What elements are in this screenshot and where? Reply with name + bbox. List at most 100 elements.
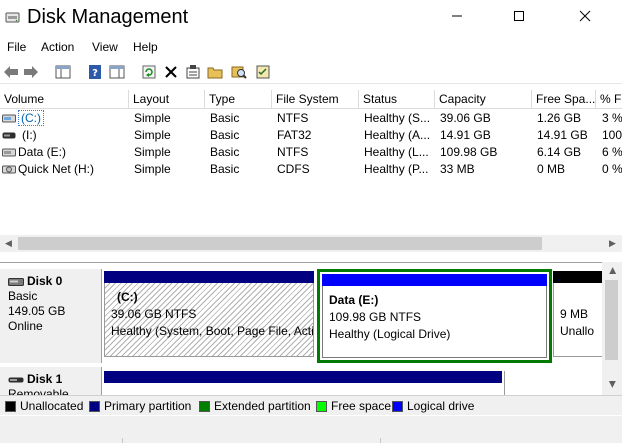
minimize-button[interactable] [434, 0, 480, 32]
forward-button[interactable] [22, 63, 40, 81]
volume-row[interactable]: Data (E:) Simple Basic NTFS Healthy (L..… [0, 144, 622, 161]
legend-label: Primary partition [104, 399, 192, 413]
primary-partition-bar [104, 271, 314, 283]
refresh-icon [142, 65, 156, 79]
volume-free-space: 14.91 GB [537, 128, 588, 142]
svg-text:?: ? [92, 68, 98, 79]
explore-button[interactable] [230, 63, 248, 81]
column-header-type[interactable]: Type [205, 90, 272, 109]
back-arrow-icon [4, 66, 18, 78]
action-pane-icon [109, 65, 125, 79]
disk-title: Disk 0 [27, 274, 63, 288]
volume-layout: Simple [134, 145, 171, 159]
title-bar: Disk Management [0, 0, 622, 36]
column-header-layout[interactable]: Layout [129, 90, 205, 109]
scrollbar-thumb[interactable] [18, 237, 542, 250]
disk-size: 149.05 GB [8, 304, 66, 318]
legend: Unallocated Primary partition Extended p… [0, 395, 622, 415]
close-icon [579, 10, 591, 22]
menu-view[interactable]: View [92, 40, 118, 54]
checklist-icon [256, 65, 270, 79]
maximize-icon [514, 11, 524, 21]
disk-map-vertical-scrollbar[interactable]: ▶ ▶ [602, 262, 622, 395]
volume-layout: Simple [134, 128, 171, 142]
maximize-button[interactable] [496, 0, 542, 32]
rescan-button[interactable] [140, 63, 158, 81]
volume-name: Quick Net (H:) [18, 162, 95, 176]
volume-name: Data (E:) [18, 145, 67, 159]
status-bar [0, 416, 622, 443]
column-header-percent-free[interactable]: % F [596, 90, 622, 109]
open-folder-icon [207, 67, 223, 79]
delete-x-icon [165, 66, 177, 78]
volume-percent-free: 3 % [602, 111, 622, 125]
column-header-capacity[interactable]: Capacity [435, 90, 532, 109]
partition-e-selected[interactable]: Data (E:) 109.98 GB NTFS Healthy (Logica… [317, 269, 552, 363]
help-book-icon: ? [89, 65, 101, 79]
logical-drive-swatch [392, 401, 403, 412]
disk-map: Disk 0 Basic 149.05 GB Online (C:) 39.06… [0, 262, 602, 396]
volume-type: Basic [210, 145, 240, 159]
column-header-volume[interactable]: Volume [0, 90, 129, 109]
hard-drive-icon [2, 147, 16, 158]
volume-file-system: NTFS [277, 145, 309, 159]
scroll-up-icon[interactable]: ▶ [604, 262, 621, 279]
window-title: Disk Management [27, 6, 189, 28]
volume-free-space: 6.14 GB [537, 145, 582, 159]
partition-i[interactable] [104, 371, 505, 396]
disk-type: Basic [8, 289, 38, 303]
close-button[interactable] [562, 0, 608, 32]
logical-drive-bar [322, 274, 547, 286]
disk-state: Online [8, 319, 43, 333]
menu-action[interactable]: Action [41, 40, 74, 54]
unallocated-space[interactable]: 9 MB Unallo [553, 271, 602, 357]
scrollbar-thumb[interactable] [605, 280, 618, 360]
volume-row[interactable]: (I:) Simple Basic FAT32 Healthy (A... 14… [0, 127, 622, 144]
unallocated-bar [553, 271, 602, 283]
menu-help[interactable]: Help [133, 40, 158, 54]
column-header-free-space[interactable]: Free Spa... [532, 90, 596, 109]
volume-percent-free: 0 % [602, 162, 622, 176]
volume-layout: Simple [134, 162, 171, 176]
back-button[interactable] [2, 63, 20, 81]
disk-1-label[interactable]: Disk 1 Removable [0, 367, 102, 396]
help-button[interactable]: ? [86, 63, 104, 81]
volume-type: Basic [210, 162, 240, 176]
volume-row[interactable]: (C:) Simple Basic NTFS Healthy (S... 39.… [0, 110, 622, 127]
show-hide-action-pane-button[interactable] [108, 63, 126, 81]
scroll-right-icon[interactable]: ▶ [604, 235, 621, 252]
console-tree-icon [55, 65, 71, 79]
scroll-left-icon[interactable]: ◀ [0, 235, 17, 252]
disk-0-label[interactable]: Disk 0 Basic 149.05 GB Online [0, 269, 102, 363]
delete-button[interactable] [162, 63, 180, 81]
open-button[interactable] [206, 63, 224, 81]
menu-file[interactable]: File [7, 40, 26, 54]
disk-icon [8, 277, 24, 286]
partition-c[interactable]: (C:) 39.06 GB NTFS Healthy (System, Boot… [104, 271, 314, 357]
minimize-icon [452, 15, 462, 17]
partition-status: Unallo [560, 324, 595, 338]
forward-arrow-icon [24, 66, 38, 78]
volume-row[interactable]: Quick Net (H:) Simple Basic CDFS Healthy… [0, 161, 622, 178]
volume-file-system: FAT32 [277, 128, 312, 142]
unallocated-swatch [5, 401, 16, 412]
scroll-down-icon[interactable]: ▶ [604, 376, 621, 393]
properties-button[interactable] [184, 63, 202, 81]
disk-type: Removable [8, 387, 69, 395]
partition-status: Healthy (System, Boot, Page File, Acti [111, 324, 314, 338]
column-header-file-system[interactable]: File System [272, 90, 359, 109]
partition-name: (C:) [117, 290, 138, 304]
explore-magnifier-icon [231, 66, 247, 79]
partition-status: Healthy (Logical Drive) [329, 327, 451, 341]
extended-partition-swatch [199, 401, 210, 412]
column-header-status[interactable]: Status [359, 90, 435, 109]
primary-partition-bar [104, 371, 502, 383]
show-hide-console-tree-button[interactable] [54, 63, 72, 81]
help-topics-button[interactable] [254, 63, 272, 81]
volume-name: (I:) [22, 128, 37, 142]
volume-list-horizontal-scrollbar[interactable]: ◀ ▶ [0, 235, 622, 252]
properties-icon [186, 65, 200, 79]
volume-status: Healthy (L... [364, 145, 429, 159]
volume-capacity: 109.98 GB [440, 145, 498, 159]
volume-name: (C:) [18, 110, 44, 126]
